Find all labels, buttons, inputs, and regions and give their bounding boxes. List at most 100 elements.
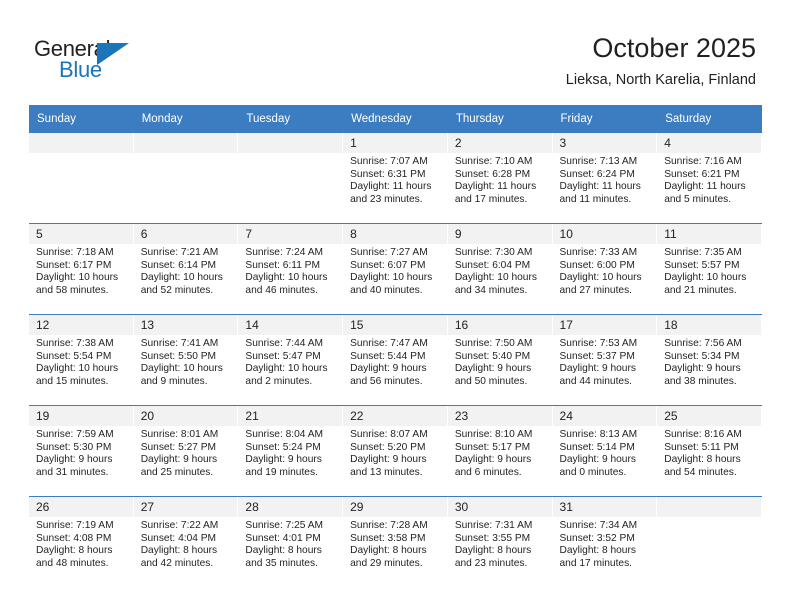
day-sun-info: Sunrise: 7:47 AM Sunset: 5:44 PM Daylight:… xyxy=(343,335,447,388)
calendar-header-row: Sunday Monday Tuesday Wednesday Thursday… xyxy=(29,105,762,133)
calendar-day-cell-inner: 22 Sunrise: 8:07 AM Sunset: 5:20 PM Dayligh… xyxy=(343,406,448,496)
calendar-day-cell-inner xyxy=(133,133,239,223)
calendar-day-cell-inner xyxy=(238,133,344,223)
day-sunset-line: Sunset: 5:54 PM xyxy=(36,350,112,362)
calendar-day-cell[interactable]: 7 Sunrise: 7:24 AM Sunset: 6:11 PM Daylight… xyxy=(238,223,344,315)
calendar-day-cell[interactable]: 10 Sunrise: 7:33 AM Sunset: 6:00 PM Dayligh… xyxy=(552,223,658,315)
day-daylight-line: Daylight: 9 hours xyxy=(245,454,322,466)
calendar-day-cell[interactable]: 6 Sunrise: 7:21 AM Sunset: 6:14 PM Daylight… xyxy=(133,223,239,315)
calendar-day-cell[interactable]: 20 Sunrise: 8:01 AM Sunset: 5:27 PM Dayligh… xyxy=(133,405,239,497)
calendar-day-cell[interactable]: 15 Sunrise: 7:47 AM Sunset: 5:44 PM Dayligh… xyxy=(343,314,448,406)
calendar-day-cell[interactable]: 24 Sunrise: 8:13 AM Sunset: 5:14 PM Dayligh… xyxy=(552,405,658,497)
day-daylight-line: Daylight: 8 hours xyxy=(140,545,218,557)
calendar-day-cell[interactable]: 18 Sunrise: 7:56 AM Sunset: 5:34 PM Dayligh… xyxy=(657,314,762,406)
calendar-day-cell-inner: 8 Sunrise: 7:27 AM Sunset: 6:07 PM Daylight… xyxy=(343,224,448,314)
calendar-day-cell[interactable]: 28 Sunrise: 7:25 AM Sunset: 4:01 PM Dayligh… xyxy=(238,496,344,587)
calendar-day-cell[interactable]: 16 Sunrise: 7:50 AM Sunset: 5:40 PM Dayligh… xyxy=(447,314,553,406)
calendar-day-cell[interactable]: 13 Sunrise: 7:41 AM Sunset: 5:50 PM Dayligh… xyxy=(133,314,239,406)
calendar-day-cell-inner: 2 Sunrise: 7:10 AM Sunset: 6:28 PM Daylight… xyxy=(447,133,553,223)
day-sun-info: Sunrise: 7:35 AM Sunset: 5:57 PM Daylight:… xyxy=(657,244,761,297)
day-sunrise-line: Sunrise: 7:59 AM xyxy=(36,429,114,440)
calendar-day-cell[interactable]: 4 Sunrise: 7:16 AM Sunset: 6:21 PM Daylight… xyxy=(657,133,762,224)
calendar-day-cell[interactable]: 12 Sunrise: 7:38 AM Sunset: 5:54 PM Dayligh… xyxy=(29,314,134,406)
calendar-day-cell[interactable]: 11 Sunrise: 7:35 AM Sunset: 5:57 PM Dayligh… xyxy=(657,223,762,315)
day-daylight-line: and 29 minutes. xyxy=(350,557,423,569)
calendar-day-cell-inner: 27 Sunrise: 7:22 AM Sunset: 4:04 PM Dayligh… xyxy=(133,497,239,587)
day-number: 27 xyxy=(133,497,238,517)
calendar-day-cell[interactable]: 25 Sunrise: 8:16 AM Sunset: 5:11 PM Dayligh… xyxy=(657,405,762,497)
day-number: 29 xyxy=(343,497,447,517)
location-subtitle: Lieksa, North Karelia, Finland xyxy=(565,72,756,88)
day-sunrise-line: Sunrise: 7:53 AM xyxy=(559,338,638,349)
day-sunset-line: Sunset: 6:31 PM xyxy=(350,168,426,180)
day-daylight-line: and 19 minutes. xyxy=(245,466,318,478)
day-number: 1 xyxy=(343,133,447,153)
calendar-day-cell-inner: 20 Sunrise: 8:01 AM Sunset: 5:27 PM Dayligh… xyxy=(133,406,239,496)
day-daylight-line: and 44 minutes. xyxy=(559,375,633,387)
calendar-day-cell[interactable]: 30 Sunrise: 7:31 AM Sunset: 3:55 PM Dayligh… xyxy=(447,496,553,587)
day-number: 9 xyxy=(447,224,552,244)
calendar-day-cell[interactable]: 5 Sunrise: 7:18 AM Sunset: 6:17 PM Daylight… xyxy=(29,223,134,315)
calendar-day-cell[interactable]: 1 Sunrise: 7:07 AM Sunset: 6:31 PM Daylight… xyxy=(343,133,448,224)
day-sunrise-line: Sunrise: 7:25 AM xyxy=(245,520,323,531)
day-daylight-line: Daylight: 11 hours xyxy=(350,181,432,193)
day-number: 19 xyxy=(29,406,133,426)
day-number: 24 xyxy=(552,406,657,426)
calendar-day-cell[interactable]: 2 Sunrise: 7:10 AM Sunset: 6:28 PM Daylight… xyxy=(447,133,553,224)
day-daylight-line: Daylight: 10 hours xyxy=(36,272,119,284)
calendar-day-cell[interactable]: 8 Sunrise: 7:27 AM Sunset: 6:07 PM Daylight… xyxy=(343,223,448,315)
calendar-day-cell-inner: 16 Sunrise: 7:50 AM Sunset: 5:40 PM Dayligh… xyxy=(447,315,553,405)
calendar-day-cell[interactable]: 29 Sunrise: 7:28 AM Sunset: 3:58 PM Dayligh… xyxy=(343,496,448,587)
day-number: 30 xyxy=(447,497,552,517)
day-sun-info: Sunrise: 8:13 AM Sunset: 5:14 PM Daylight:… xyxy=(553,426,657,479)
day-sun-info: Sunrise: 7:07 AM Sunset: 6:31 PM Daylight:… xyxy=(343,153,447,206)
calendar-day-cell[interactable]: 14 Sunrise: 7:44 AM Sunset: 5:47 PM Dayligh… xyxy=(238,314,344,406)
day-daylight-line: Daylight: 10 hours xyxy=(245,272,328,284)
day-number: 10 xyxy=(552,224,657,244)
calendar-day-cell[interactable]: 21 Sunrise: 8:04 AM Sunset: 5:24 PM Dayligh… xyxy=(238,405,344,497)
calendar-day-cell[interactable]: 26 Sunrise: 7:19 AM Sunset: 4:08 PM Dayligh… xyxy=(29,496,134,587)
calendar-day-cell[interactable]: 23 Sunrise: 8:10 AM Sunset: 5:17 PM Dayligh… xyxy=(447,405,553,497)
calendar-day-cell[interactable]: 9 Sunrise: 7:30 AM Sunset: 6:04 PM Daylight… xyxy=(447,223,553,315)
calendar-day-cell[interactable]: 19 Sunrise: 7:59 AM Sunset: 5:30 PM Dayligh… xyxy=(29,405,134,497)
day-sun-info: Sunrise: 7:31 AM Sunset: 3:55 PM Daylight:… xyxy=(448,517,552,570)
day-sunrise-line: Sunrise: 7:41 AM xyxy=(140,338,219,349)
day-number: 4 xyxy=(657,133,761,153)
day-daylight-line: and 58 minutes. xyxy=(36,284,109,296)
day-sunrise-line: Sunrise: 8:13 AM xyxy=(559,429,638,440)
day-sunset-line: Sunset: 6:17 PM xyxy=(36,259,112,271)
calendar-day-cell-inner: 26 Sunrise: 7:19 AM Sunset: 4:08 PM Dayligh… xyxy=(29,497,134,587)
day-sun-info: Sunrise: 7:56 AM Sunset: 5:34 PM Daylight:… xyxy=(657,335,761,388)
day-sun-info: Sunrise: 8:04 AM Sunset: 5:24 PM Daylight:… xyxy=(238,426,342,479)
page-title: October 2025 xyxy=(592,33,756,63)
calendar-day-cell-inner: 25 Sunrise: 8:16 AM Sunset: 5:11 PM Dayligh… xyxy=(657,406,762,496)
day-number xyxy=(657,497,761,517)
calendar-day-cell-inner: 31 Sunrise: 7:34 AM Sunset: 3:52 PM Dayligh… xyxy=(552,497,658,587)
calendar-day-cell[interactable]: 3 Sunrise: 7:13 AM Sunset: 6:24 PM Daylight… xyxy=(552,133,658,224)
day-sunrise-line: Sunrise: 7:44 AM xyxy=(245,338,323,349)
day-daylight-line: and 9 minutes. xyxy=(140,375,208,387)
calendar-day-cell-empty xyxy=(133,133,239,224)
calendar-day-cell-inner: 15 Sunrise: 7:47 AM Sunset: 5:44 PM Dayligh… xyxy=(343,315,448,405)
calendar-day-cell-inner: 1 Sunrise: 7:07 AM Sunset: 6:31 PM Daylight… xyxy=(343,133,448,223)
calendar-day-cell[interactable]: 31 Sunrise: 7:34 AM Sunset: 3:52 PM Dayligh… xyxy=(552,496,658,587)
day-sunset-line: Sunset: 3:52 PM xyxy=(559,532,635,544)
calendar-day-cell[interactable]: 27 Sunrise: 7:22 AM Sunset: 4:04 PM Dayligh… xyxy=(133,496,239,587)
day-sunrise-line: Sunrise: 8:07 AM xyxy=(350,429,428,440)
day-number: 11 xyxy=(657,224,761,244)
calendar-day-cell-inner: 13 Sunrise: 7:41 AM Sunset: 5:50 PM Dayligh… xyxy=(133,315,239,405)
day-sunset-line: Sunset: 5:57 PM xyxy=(664,259,740,271)
day-number: 2 xyxy=(447,133,552,153)
day-number: 20 xyxy=(133,406,238,426)
day-daylight-line: and 48 minutes. xyxy=(36,557,109,569)
day-daylight-line: Daylight: 10 hours xyxy=(245,363,328,375)
day-daylight-line: and 27 minutes. xyxy=(559,284,633,296)
calendar-day-cell[interactable]: 22 Sunrise: 8:07 AM Sunset: 5:20 PM Dayligh… xyxy=(343,405,448,497)
day-daylight-line: Daylight: 9 hours xyxy=(559,363,636,375)
calendar-day-cell[interactable]: 17 Sunrise: 7:53 AM Sunset: 5:37 PM Dayligh… xyxy=(552,314,658,406)
day-daylight-line: Daylight: 8 hours xyxy=(245,545,322,557)
day-number xyxy=(29,133,133,153)
weekday-header-thursday: Thursday xyxy=(447,105,553,133)
day-daylight-line: and 40 minutes. xyxy=(350,284,423,296)
day-number: 26 xyxy=(29,497,133,517)
